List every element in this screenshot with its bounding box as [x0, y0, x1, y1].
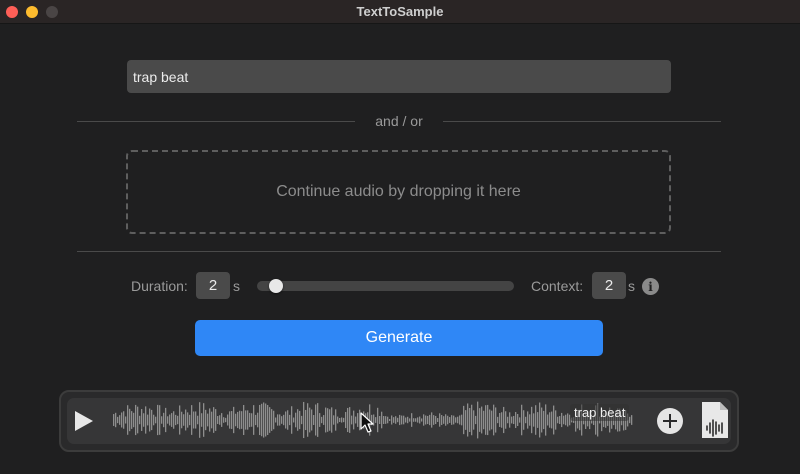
or-separator-label: and / or	[375, 113, 423, 129]
context-label: Context:	[531, 278, 584, 294]
dropzone-label: Continue audio by dropping it here	[276, 183, 521, 200]
plus-circle-icon[interactable]	[657, 408, 683, 434]
duration-label: Duration:	[131, 278, 188, 294]
divider-left	[77, 121, 355, 122]
audio-file-icon[interactable]	[700, 401, 730, 439]
window-title: TextToSample	[356, 4, 444, 19]
duration-unit: s	[233, 278, 240, 294]
duration-field[interactable]: 2	[196, 272, 230, 299]
info-icon[interactable]: i	[642, 278, 659, 295]
divider-right	[443, 121, 721, 122]
prompt-input[interactable]	[127, 60, 671, 93]
context-unit: s	[628, 278, 635, 294]
generate-button[interactable]: Generate	[195, 320, 603, 356]
duration-slider[interactable]	[257, 281, 514, 291]
mouse-cursor-icon	[360, 412, 374, 433]
title-bar: TextToSample	[0, 0, 800, 24]
section-divider	[77, 251, 721, 252]
audio-dropzone[interactable]: Continue audio by dropping it here	[126, 150, 671, 234]
play-icon[interactable]	[72, 409, 96, 433]
sample-label: trap beat	[570, 404, 630, 421]
context-field[interactable]: 2	[592, 272, 626, 299]
